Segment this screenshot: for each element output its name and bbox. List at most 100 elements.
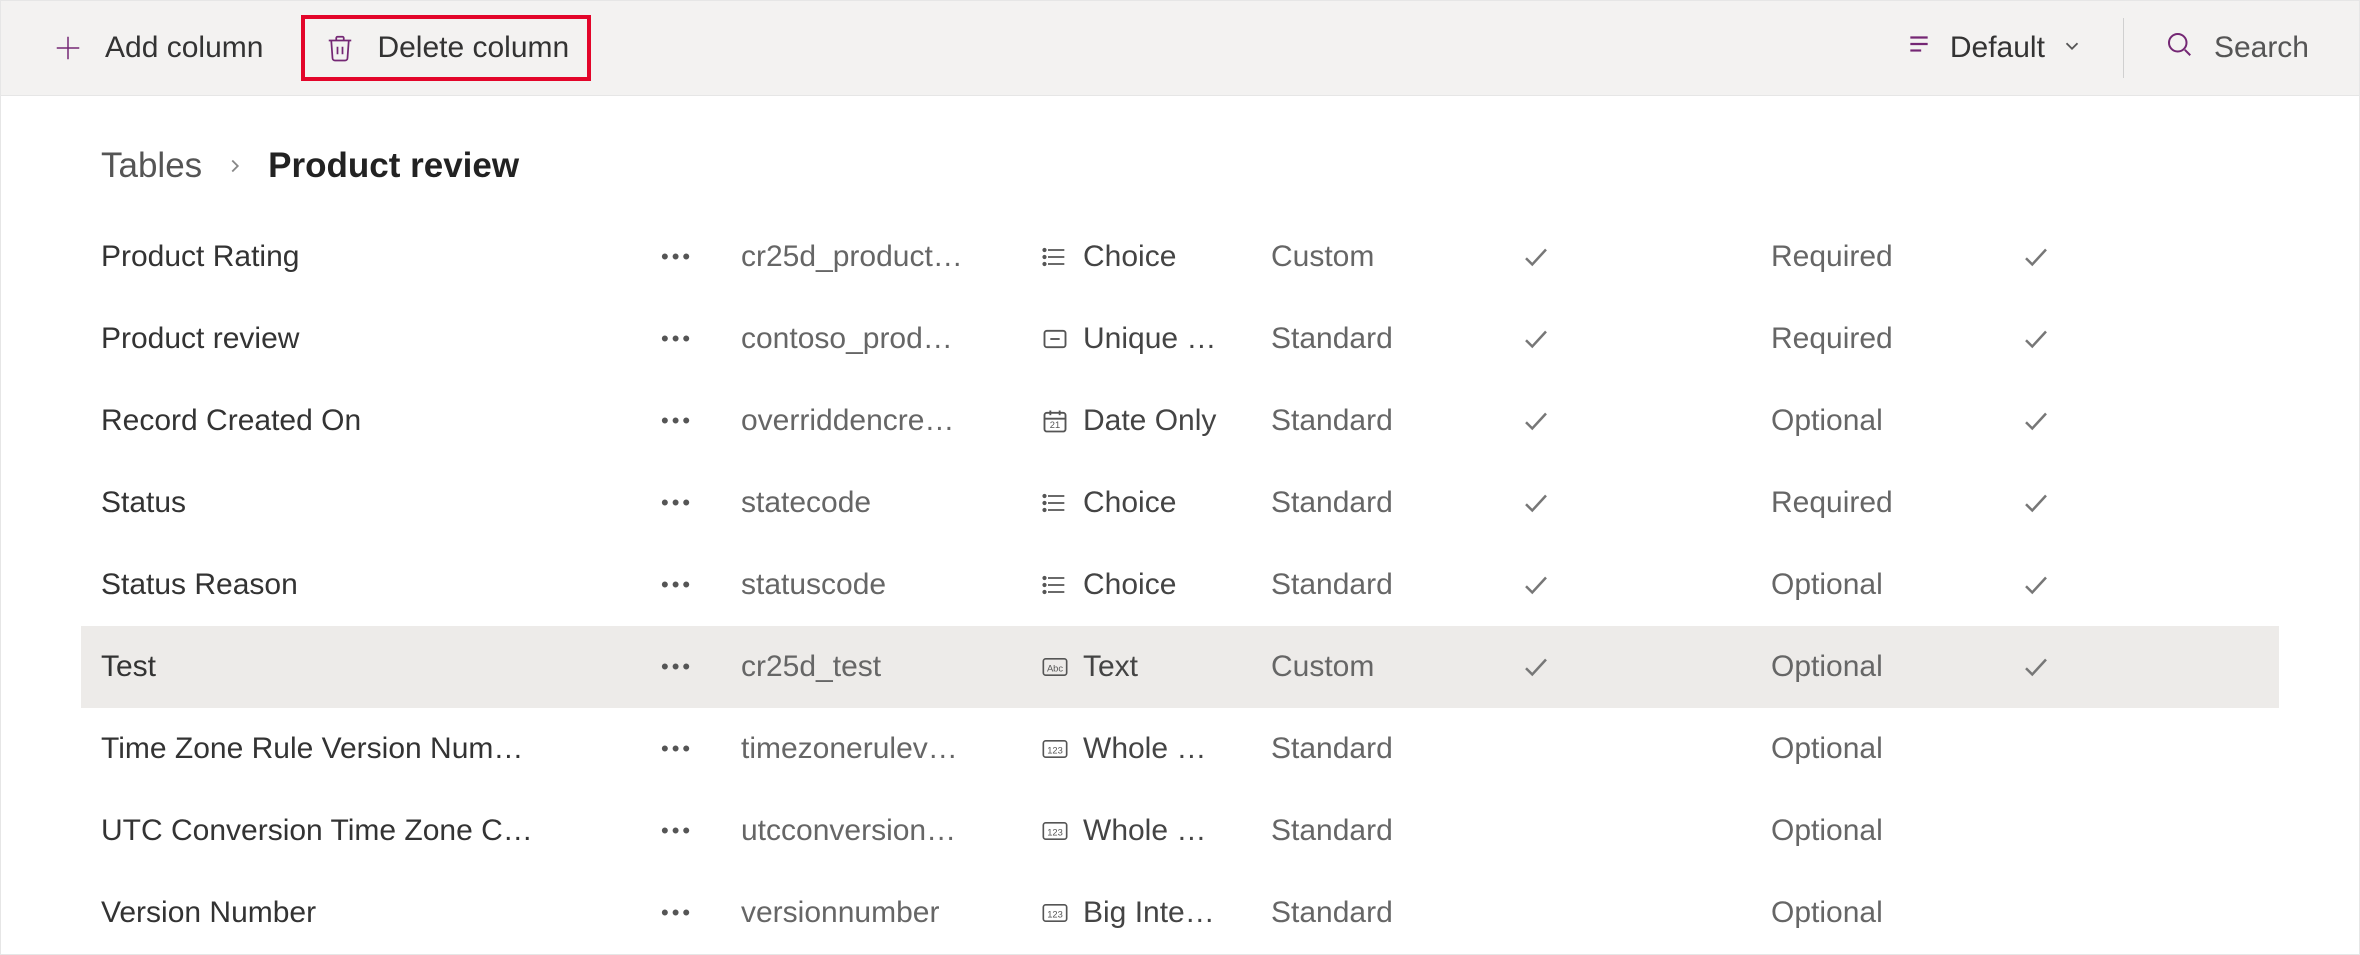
svg-text:Abc: Abc [1047, 664, 1063, 674]
choice-icon [1041, 571, 1069, 599]
row-more-icon[interactable]: ••• [661, 326, 741, 352]
col-schema-name: versionnumber [741, 896, 1041, 930]
col-required: Required [1771, 486, 2021, 520]
col-required: Optional [1771, 732, 2021, 766]
table-row[interactable]: Time Zone Rule Version Num…•••timezoneru… [81, 708, 2279, 790]
choice-icon [1041, 489, 1069, 517]
row-more-icon[interactable]: ••• [661, 572, 741, 598]
row-more-icon[interactable]: ••• [661, 408, 741, 434]
col-schema-name: overriddencre… [741, 404, 1041, 438]
col-check1 [1521, 324, 1771, 354]
col-type: 123Whole … [1041, 814, 1271, 848]
col-kind: Standard [1271, 896, 1521, 930]
toolbar: Add column Delete column Default [1, 1, 2359, 96]
col-check1 [1521, 488, 1771, 518]
col-kind: Standard [1271, 814, 1521, 848]
col-display-name: Status [101, 486, 661, 520]
row-more-icon[interactable]: ••• [661, 736, 741, 762]
col-kind: Custom [1271, 650, 1521, 684]
col-display-name: Product Rating [101, 240, 661, 274]
col-schema-name: contoso_prod… [741, 322, 1041, 356]
col-check2 [2021, 406, 2171, 436]
col-schema-name: statuscode [741, 568, 1041, 602]
col-required: Optional [1771, 650, 2021, 684]
table-row[interactable]: Status Reason•••statuscodeChoiceStandard… [81, 544, 2279, 626]
col-check2 [2021, 570, 2171, 600]
col-display-name: Status Reason [101, 568, 661, 602]
col-check2 [2021, 488, 2171, 518]
svg-text:123: 123 [1047, 828, 1063, 838]
col-schema-name: timezonerulev… [741, 732, 1041, 766]
col-display-name: Record Created On [101, 404, 661, 438]
col-display-name: Test [101, 650, 661, 684]
col-required: Optional [1771, 568, 2021, 602]
col-type: Choice [1041, 568, 1271, 602]
col-type: Choice [1041, 240, 1271, 274]
col-type: Unique … [1041, 322, 1271, 356]
unique-icon [1041, 325, 1069, 353]
col-kind: Standard [1271, 486, 1521, 520]
row-more-icon[interactable]: ••• [661, 818, 741, 844]
svg-text:21: 21 [1050, 420, 1060, 430]
trash-icon [323, 31, 357, 65]
col-kind: Custom [1271, 240, 1521, 274]
col-schema-name: utcconversion… [741, 814, 1041, 848]
chevron-down-icon [2061, 31, 2083, 65]
list-icon [1904, 31, 1934, 65]
page-title: Product review [268, 146, 519, 186]
col-check1 [1521, 570, 1771, 600]
col-check1 [1521, 652, 1771, 682]
number-icon: 123 [1041, 899, 1069, 927]
col-schema-name: cr25d_product… [741, 240, 1041, 274]
row-more-icon[interactable]: ••• [661, 900, 741, 926]
col-type: 123Big Inte… [1041, 896, 1271, 930]
delete-column-button[interactable]: Delete column [303, 17, 589, 79]
col-kind: Standard [1271, 568, 1521, 602]
search-label: Search [2214, 31, 2309, 65]
table-row[interactable]: Product review•••contoso_prod…Unique …St… [81, 298, 2279, 380]
col-display-name: UTC Conversion Time Zone C… [101, 814, 661, 848]
number-icon: 123 [1041, 817, 1069, 845]
columns-table: Product Rating•••cr25d_product…ChoiceCus… [1, 216, 2359, 954]
add-column-button[interactable]: Add column [31, 17, 283, 79]
col-required: Optional [1771, 404, 2021, 438]
search-button[interactable]: Search [2144, 15, 2329, 81]
breadcrumb-root[interactable]: Tables [101, 146, 202, 186]
col-kind: Standard [1271, 732, 1521, 766]
toolbar-separator [2123, 18, 2124, 78]
col-check2 [2021, 652, 2171, 682]
col-required: Optional [1771, 814, 2021, 848]
col-type: 21Date Only [1041, 404, 1271, 438]
col-display-name: Product review [101, 322, 661, 356]
col-kind: Standard [1271, 322, 1521, 356]
text-icon: Abc [1041, 653, 1069, 681]
col-required: Optional [1771, 896, 2021, 930]
table-row[interactable]: Product Rating•••cr25d_product…ChoiceCus… [81, 216, 2279, 298]
date-icon: 21 [1041, 407, 1069, 435]
col-check2 [2021, 324, 2171, 354]
table-row[interactable]: Test•••cr25d_testAbcTextCustomOptional [81, 626, 2279, 708]
table-row[interactable]: Status•••statecodeChoiceStandard Required [81, 462, 2279, 544]
table-row[interactable]: UTC Conversion Time Zone C…•••utcconvers… [81, 790, 2279, 872]
row-more-icon[interactable]: ••• [661, 490, 741, 516]
table-row[interactable]: Version Number•••versionnumber123Big Int… [81, 872, 2279, 954]
col-check2 [2021, 242, 2171, 272]
col-display-name: Version Number [101, 896, 661, 930]
search-icon [2164, 29, 2194, 67]
row-more-icon[interactable]: ••• [661, 244, 741, 270]
col-type: Choice [1041, 486, 1271, 520]
row-more-icon[interactable]: ••• [661, 654, 741, 680]
plus-icon [51, 31, 85, 65]
col-check1 [1521, 406, 1771, 436]
col-type: 123Whole … [1041, 732, 1271, 766]
col-display-name: Time Zone Rule Version Num… [101, 732, 661, 766]
table-row[interactable]: Record Created On•••overriddencre…21Date… [81, 380, 2279, 462]
col-schema-name: statecode [741, 486, 1041, 520]
add-column-label: Add column [105, 31, 263, 65]
chevron-right-icon [224, 146, 246, 186]
col-schema-name: cr25d_test [741, 650, 1041, 684]
col-required: Required [1771, 240, 2021, 274]
view-label: Default [1950, 31, 2045, 65]
number-icon: 123 [1041, 735, 1069, 763]
view-selector[interactable]: Default [1884, 17, 2103, 79]
